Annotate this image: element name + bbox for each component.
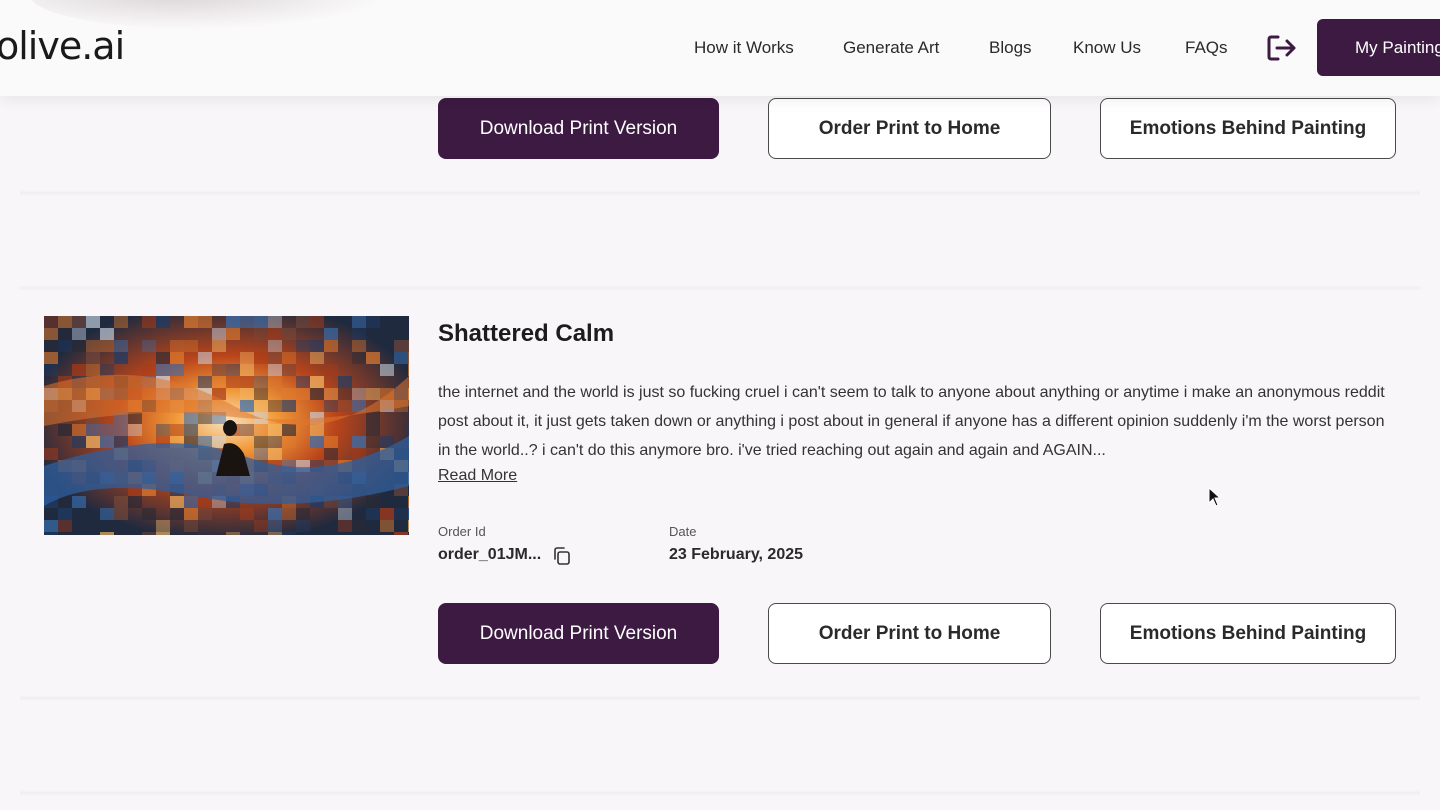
download-print-button-top[interactable]: Download Print Version	[438, 98, 719, 159]
divider	[20, 790, 1420, 796]
divider	[20, 285, 1420, 291]
mouse-pointer-icon	[1208, 487, 1222, 507]
nav-generate-art[interactable]: Generate Art	[843, 38, 939, 58]
nav-faqs[interactable]: FAQs	[1185, 38, 1228, 58]
logo[interactable]: olive.ai	[0, 24, 125, 68]
painting-thumbnail[interactable]	[44, 316, 409, 535]
nav-know-us[interactable]: Know Us	[1073, 38, 1141, 58]
painting-title: Shattered Calm	[438, 320, 615, 347]
order-print-button[interactable]: Order Print to Home	[768, 603, 1051, 664]
emotions-button[interactable]: Emotions Behind Painting	[1100, 603, 1396, 664]
logout-icon[interactable]	[1266, 33, 1298, 63]
site-header: olive.ai How it Works Generate Art Blogs…	[0, 0, 1440, 96]
nav-blogs[interactable]: Blogs	[989, 38, 1032, 58]
copy-icon[interactable]	[552, 546, 572, 566]
painting-description: the internet and the world is just so fu…	[438, 384, 1385, 459]
divider	[20, 190, 1420, 196]
order-id-label: Order Id	[438, 524, 486, 539]
date-value: 23 February, 2025	[669, 546, 804, 563]
nav-how-it-works[interactable]: How it Works	[694, 38, 794, 58]
order-id-value: order_01JM...	[438, 546, 542, 563]
date-label: Date	[669, 524, 697, 539]
emotions-button-top[interactable]: Emotions Behind Painting	[1100, 98, 1396, 159]
divider	[20, 695, 1420, 701]
my-paintings-button[interactable]: My Paintings	[1317, 19, 1440, 76]
order-print-button-top[interactable]: Order Print to Home	[768, 98, 1051, 159]
read-more-link[interactable]: Read More	[438, 467, 517, 485]
download-print-button[interactable]: Download Print Version	[438, 603, 719, 664]
